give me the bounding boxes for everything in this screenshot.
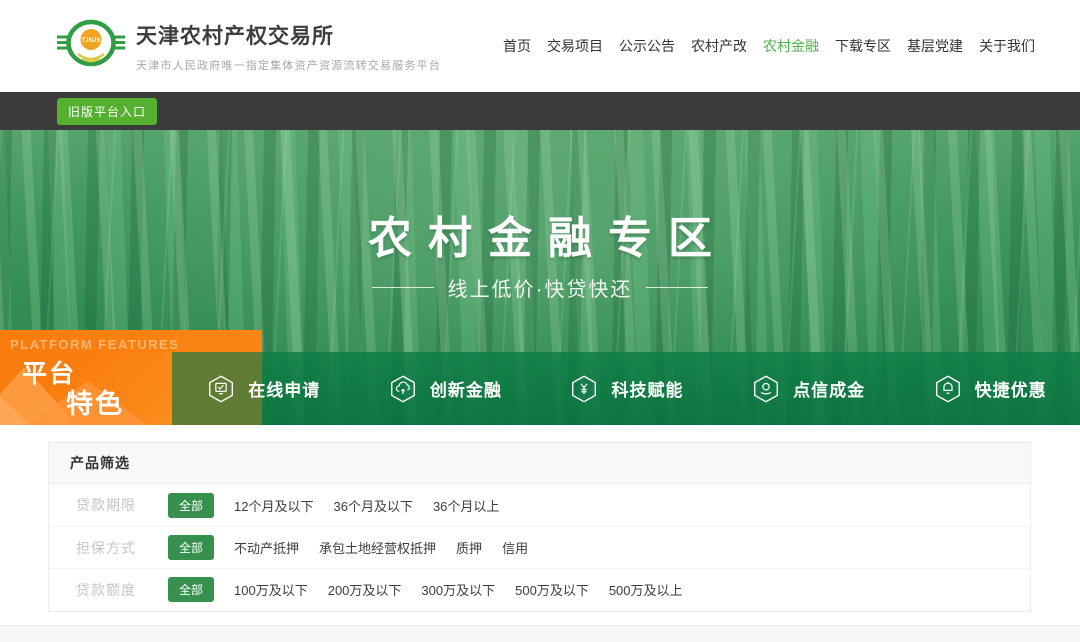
filter-all-badge[interactable]: 全部 [168, 577, 214, 602]
filter-option[interactable]: 300万及以下 [421, 580, 495, 599]
tab-label: 点信成金 [793, 376, 865, 401]
hero-tagline: 线上低价·快贷快还 [0, 273, 1080, 302]
filter-row-loan-amount: 贷款额度 全部 100万及以下 200万及以下 300万及以下 500万及以下 … [49, 568, 1030, 610]
filter-option[interactable]: 不动产抵押 [234, 538, 299, 557]
nav-item-projects[interactable]: 交易项目 [547, 36, 603, 56]
tab-label: 创新金融 [430, 376, 502, 401]
filter-option[interactable]: 36个月及以下 [333, 496, 412, 515]
filter-option[interactable]: 36个月以上 [433, 496, 499, 515]
filter-option[interactable]: 质押 [456, 538, 482, 557]
nav-item-home[interactable]: 首页 [503, 36, 531, 56]
hero-title: 农村金融专区 [0, 202, 1080, 266]
filter-option[interactable]: 200万及以下 [328, 580, 402, 599]
filter-option[interactable]: 信用 [502, 538, 528, 557]
tab-label: 在线申请 [248, 376, 320, 401]
nav-item-downloads[interactable]: 下载专区 [835, 36, 891, 56]
filter-row-label: 贷款期限 [76, 495, 141, 515]
filter-all-badge[interactable]: 全部 [168, 493, 214, 518]
features-title-line2: 特色 [66, 382, 124, 421]
tagline-line-left [372, 287, 434, 288]
tab-online-apply[interactable]: 在线申请 [172, 352, 354, 425]
feature-tabbar: 在线申请 创新金融 科技赋能 点信成金 [172, 352, 1080, 425]
tab-label: 科技赋能 [611, 376, 683, 401]
cloud-finance-icon [387, 373, 419, 405]
bell-icon [932, 373, 964, 405]
hero-banner: 农村金融专区 线上低价·快贷快还 PLATFORM FEATURES 平台 特色… [0, 130, 1080, 425]
tagline-line-right [646, 287, 708, 288]
platform-features-eyebrow: PLATFORM FEATURES [0, 330, 262, 352]
footer-strip [0, 625, 1080, 642]
tab-tech-empowerment[interactable]: 科技赋能 [535, 352, 717, 425]
nav-item-notices[interactable]: 公示公告 [619, 36, 675, 56]
tab-label: 快捷优惠 [975, 376, 1047, 401]
site-header: TJNJS 天津农村产权交易所 天津市人民政府唯一指定集体资产资源流转交易服务平… [0, 0, 1080, 92]
brand-text: 天津农村产权交易所 天津市人民政府唯一指定集体资产资源流转交易服务平台 [136, 20, 441, 73]
tab-quick-discount[interactable]: 快捷优惠 [898, 352, 1080, 425]
filter-row-guarantee-method: 担保方式 全部 不动产抵押 承包土地经营权抵押 质押 信用 [49, 526, 1030, 568]
filter-row-loan-term: 贷款期限 全部 12个月及以下 36个月及以下 36个月以上 [49, 484, 1030, 526]
nav-item-party-building[interactable]: 基层党建 [907, 36, 963, 56]
filter-option[interactable]: 500万及以下 [515, 580, 589, 599]
site-logo-icon: TJNJS [57, 16, 125, 76]
nav-item-rural-reform[interactable]: 农村产改 [691, 36, 747, 56]
form-icon [205, 373, 237, 405]
filter-option[interactable]: 承包土地经营权抵押 [319, 538, 436, 557]
filter-card-title: 产品筛选 [49, 443, 1030, 484]
platform-features-block: 平台 特色 [0, 352, 172, 425]
filter-option[interactable]: 100万及以下 [234, 580, 308, 599]
svg-text:TJNJS: TJNJS [81, 37, 100, 44]
hero-tagline-text: 线上低价·快贷快还 [448, 273, 633, 302]
yuan-icon [568, 373, 600, 405]
nav-item-about-us[interactable]: 关于我们 [979, 36, 1035, 56]
product-filter-card: 产品筛选 贷款期限 全部 12个月及以下 36个月及以下 36个月以上 担保方式… [48, 442, 1031, 612]
tab-credit-to-gold[interactable]: 点信成金 [717, 352, 899, 425]
filter-all-badge[interactable]: 全部 [168, 535, 214, 560]
secondary-topbar: 旧版平台入口 [0, 92, 1080, 130]
filter-row-label: 担保方式 [76, 538, 141, 558]
brand-home-link[interactable]: TJNJS 天津农村产权交易所 天津市人民政府唯一指定集体资产资源流转交易服务平… [57, 16, 441, 76]
filter-row-label: 贷款额度 [76, 580, 141, 600]
filter-option[interactable]: 12个月及以下 [234, 496, 313, 515]
nav-item-rural-finance[interactable]: 农村金融 [763, 36, 819, 56]
site-subtitle: 天津市人民政府唯一指定集体资产资源流转交易服务平台 [136, 57, 441, 73]
tab-innovative-finance[interactable]: 创新金融 [354, 352, 536, 425]
old-platform-entry-button[interactable]: 旧版平台入口 [57, 98, 157, 125]
filter-option[interactable]: 500万及以上 [609, 580, 683, 599]
site-title: 天津农村产权交易所 [136, 20, 441, 50]
coin-credit-icon [750, 373, 782, 405]
main-nav: 首页 交易项目 公示公告 农村产改 农村金融 下载专区 基层党建 关于我们 [503, 36, 1035, 56]
platform-features-eyebrow-text: PLATFORM FEATURES [10, 337, 179, 352]
main-content: 产品筛选 贷款期限 全部 12个月及以下 36个月及以下 36个月以上 担保方式… [0, 425, 1080, 642]
